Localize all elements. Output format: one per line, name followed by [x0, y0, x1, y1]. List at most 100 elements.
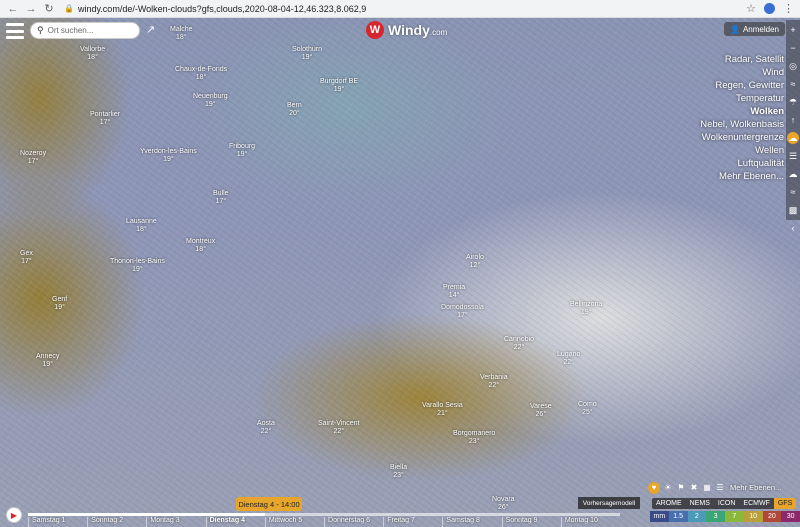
city-label[interactable]: Biella 23° [390, 464, 407, 480]
layer-wind[interactable]: Wind [700, 66, 784, 79]
city-label[interactable]: Gex 17° [20, 250, 33, 266]
city-temperature: 18° [195, 246, 206, 253]
city-label[interactable]: Novara 26° [492, 496, 515, 512]
city-label[interactable]: Burgdorf BE 19° [320, 78, 358, 94]
collapse-icon[interactable]: ‹ [787, 222, 799, 234]
login-button[interactable]: 👤 Anmelden [724, 22, 785, 36]
city-label[interactable]: Como 25° [578, 401, 597, 417]
timeline-day[interactable]: Dienstag 4 [205, 517, 265, 527]
more-layers-link[interactable]: Mehr Ebenen... [730, 483, 781, 492]
layer-air-quality[interactable]: Luftqualität [700, 157, 784, 170]
city-name: Bern [287, 102, 302, 109]
city-label[interactable]: Genf 19° [52, 296, 67, 312]
cloud-base-icon[interactable]: ☁ [787, 168, 799, 180]
timeline-day[interactable]: Donnerstag 6 [324, 517, 383, 527]
temperature-icon[interactable]: ↑ [787, 114, 799, 126]
model-option[interactable]: GFS [773, 498, 797, 509]
city-temperature: 18° [175, 34, 187, 41]
city-label[interactable]: Premia 14° [443, 284, 465, 300]
timeline-day[interactable]: Montag 10 [560, 517, 620, 527]
star-icon[interactable]: ☆ [746, 2, 756, 15]
city-temperature: 23° [393, 472, 404, 479]
timeline-day[interactable]: Freitag 7 [383, 517, 442, 527]
menu-dots-icon[interactable]: ⋮ [783, 2, 794, 15]
city-label[interactable]: Bulle 17° [213, 190, 229, 206]
city-label[interactable]: Varallo Sesia 21° [422, 402, 463, 418]
layer-rain[interactable]: Regen, Gewitter [700, 79, 784, 92]
layer-clouds[interactable]: Wolken [700, 105, 784, 118]
wind-icon[interactable]: ≈ [787, 78, 799, 90]
model-option[interactable]: NEMS [686, 498, 714, 509]
city-label[interactable]: Saint-Vincent 22° [318, 420, 360, 436]
legend-unit[interactable]: mm [650, 511, 669, 522]
radar-icon[interactable]: ◎ [787, 60, 799, 72]
hamburger-menu-icon[interactable] [6, 23, 24, 39]
city-label[interactable]: Aosta 22° [257, 420, 275, 436]
city-label[interactable]: Airolo 12° [466, 254, 484, 270]
address-bar[interactable]: 🔒 windy.com/de/-Wolken-clouds?gfs,clouds… [60, 2, 746, 16]
heart-icon[interactable]: ♥ [648, 481, 660, 494]
profile-icon[interactable] [764, 3, 775, 14]
city-label[interactable]: Solothurn 19° [292, 46, 322, 62]
timeline-day[interactable]: Sonntag 2 [87, 517, 146, 527]
fog-icon[interactable]: ☰ [787, 150, 799, 162]
timeline-day[interactable]: Sonntag 9 [501, 517, 561, 527]
timeline-day[interactable]: Montag 3 [146, 517, 205, 527]
city-label[interactable]: Cannobio 22° [504, 336, 534, 352]
layers-icon[interactable]: ☰ [715, 483, 725, 493]
city-label[interactable]: Domodossola 17° [441, 304, 484, 320]
city-label[interactable]: Verbania 22° [480, 374, 508, 390]
city-label[interactable]: Vallorbe 18° [80, 46, 105, 62]
city-label[interactable]: Neuenburg 19° [193, 93, 228, 109]
city-label[interactable]: Borgomanero 23° [453, 430, 495, 446]
plus-icon[interactable]: + [787, 24, 799, 36]
timeline-day[interactable]: Samstag 8 [442, 517, 501, 527]
flag-icon[interactable]: ⚑ [676, 483, 686, 493]
timeline-day[interactable]: Samstag 1 [28, 517, 87, 527]
city-label[interactable]: Chaux-de-Fonds 18° [175, 66, 227, 82]
minus-icon[interactable]: − [787, 42, 799, 54]
city-temperature: 19° [132, 266, 143, 273]
search-input[interactable]: ⚲ Ort suchen... [30, 22, 140, 39]
layer-temperature[interactable]: Temperatur [700, 92, 784, 105]
city-label[interactable]: Bern 20° [287, 102, 302, 118]
city-label[interactable]: Montreux 18° [186, 238, 215, 254]
play-button[interactable]: ▶ [6, 507, 22, 523]
settings-icon[interactable]: ✖ [689, 483, 699, 493]
city-label[interactable]: Annecy 19° [36, 353, 59, 369]
waves-icon[interactable]: ≈ [787, 186, 799, 198]
city-label[interactable]: Pontarlier 17° [90, 111, 120, 127]
weather-icon[interactable]: ☀ [663, 483, 673, 493]
city-name: Neuenburg [193, 93, 228, 100]
air-quality-icon[interactable]: ▩ [787, 204, 799, 216]
share-icon[interactable]: ↗ [146, 24, 158, 36]
city-label[interactable]: Lugano 22° [557, 351, 580, 367]
city-label[interactable]: Bellinzona 19° [570, 301, 602, 317]
forward-icon[interactable]: → [24, 2, 38, 16]
layer-radar[interactable]: Radar, Satellit [700, 53, 784, 66]
city-name: Airolo [466, 254, 484, 261]
model-option[interactable]: ICON [714, 498, 740, 509]
windy-logo[interactable]: W Windy.com [366, 21, 447, 39]
layer-cloud-base[interactable]: Wolkenuntergrenze [700, 131, 784, 144]
back-icon[interactable]: ← [6, 2, 20, 16]
layer-fog[interactable]: Nebel, Wolkenbasis [700, 118, 784, 131]
city-label[interactable]: Lausanne 18° [126, 218, 157, 234]
grid-icon[interactable]: ▦ [702, 483, 712, 493]
model-option[interactable]: ECMWF [739, 498, 773, 509]
model-option[interactable]: AROME [652, 498, 686, 509]
layer-waves[interactable]: Wellen [700, 144, 784, 157]
rain-icon[interactable]: ☂ [787, 96, 799, 108]
layer-more[interactable]: Mehr Ebenen... [700, 170, 784, 183]
cloud-icon[interactable]: ☁ [787, 132, 799, 144]
timeline-day[interactable]: Mittwoch 5 [264, 517, 324, 527]
city-label[interactable]: Varese 26° [530, 403, 552, 419]
city-label[interactable]: Thonon-les-Bains 19° [110, 258, 165, 274]
city-label[interactable]: Yverdon-les-Bains 19° [140, 148, 197, 164]
weather-map[interactable]: Malche 18° Vallorbe 18° Chaux-de-Fonds 18° Sol… [0, 18, 800, 527]
reload-icon[interactable]: ↻ [42, 2, 56, 16]
city-label[interactable]: Malche 18° [170, 26, 193, 42]
city-label[interactable]: Nozeroy 17° [20, 150, 46, 166]
city-label[interactable]: Fribourg 19° [229, 143, 255, 159]
city-name: Biella [390, 464, 408, 471]
